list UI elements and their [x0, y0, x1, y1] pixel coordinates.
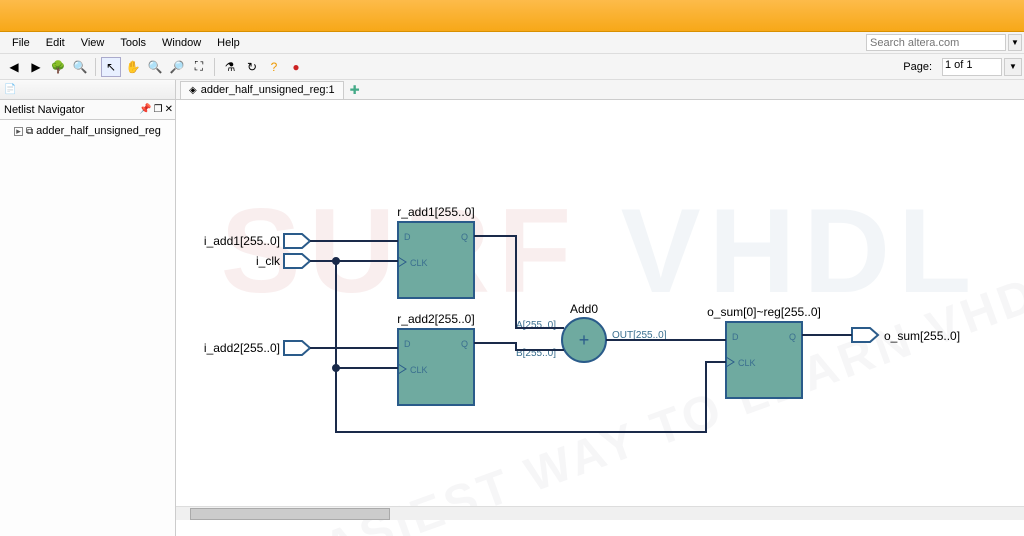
tree-view[interactable]: ▸ ⧉ adder_half_unsigned_reg	[0, 120, 175, 536]
svg-text:D: D	[404, 339, 411, 349]
svg-text:Q: Q	[789, 332, 796, 342]
port-i-add2: i_add2[255..0]	[204, 341, 310, 355]
search-input[interactable]	[866, 34, 1006, 51]
scrollbar-thumb[interactable]	[190, 508, 390, 520]
refresh-icon[interactable]: ↻	[242, 57, 262, 77]
tree-item-label: adder_half_unsigned_reg	[36, 125, 161, 137]
port-i-clk: i_clk	[256, 254, 310, 268]
document-tab[interactable]: ◈ adder_half_unsigned_reg:1	[180, 81, 344, 99]
svg-text:CLK: CLK	[738, 358, 756, 368]
sidebar-tab-icon[interactable]: 📄	[4, 84, 16, 95]
svg-text:CLK: CLK	[410, 258, 428, 268]
svg-text:Q: Q	[461, 339, 468, 349]
diagram-canvas[interactable]: SURF VHDL THE EASIEST WAY TO LEARN VHDL …	[176, 100, 1024, 536]
svg-text:CLK: CLK	[410, 365, 428, 375]
hierarchy-icon: ⧉	[26, 126, 33, 137]
svg-text:i_add1[255..0]: i_add1[255..0]	[204, 234, 280, 248]
forward-icon[interactable]: ▶	[26, 57, 46, 77]
hand-icon[interactable]: ✋	[123, 57, 143, 77]
menu-tools[interactable]: Tools	[112, 35, 154, 51]
svg-text:D: D	[732, 332, 739, 342]
horizontal-scrollbar[interactable]	[176, 506, 1024, 520]
chip-icon: ◈	[189, 85, 197, 96]
find-icon[interactable]: 🔍	[70, 57, 90, 77]
svg-text:r_add1[255..0]: r_add1[255..0]	[397, 205, 474, 219]
zoom-fit-icon[interactable]: ⛶	[189, 57, 209, 77]
register-r-add1: r_add1[255..0] D Q CLK	[397, 205, 474, 298]
page-dropdown-icon[interactable]: ▼	[1004, 58, 1022, 76]
search-dropdown[interactable]: ▼	[1008, 34, 1022, 51]
svg-text:A[255..0]: A[255..0]	[516, 320, 556, 331]
window-icon[interactable]: ❐	[154, 104, 163, 115]
menu-view[interactable]: View	[73, 35, 113, 51]
navigator-title: Netlist Navigator	[4, 104, 85, 116]
menu-window[interactable]: Window	[154, 35, 209, 51]
register-r-add2: r_add2[255..0] D Q CLK	[397, 312, 474, 405]
svg-text:+: +	[579, 330, 590, 350]
tree-icon[interactable]: 🌳	[48, 57, 68, 77]
menu-bar: File Edit View Tools Window Help ▼	[0, 32, 1024, 54]
filter-icon[interactable]: ⚗	[220, 57, 240, 77]
menu-file[interactable]: File	[4, 35, 38, 51]
tree-expand-icon[interactable]: ▸	[14, 127, 23, 136]
rtl-diagram: i_add1[255..0] i_clk i_add2[255..0] r_ad…	[176, 100, 1024, 536]
port-i-add1: i_add1[255..0]	[204, 234, 310, 248]
new-tab-icon[interactable]: ✚	[346, 83, 364, 97]
tree-item-root[interactable]: ▸ ⧉ adder_half_unsigned_reg	[4, 124, 171, 138]
canvas-area: ◈ adder_half_unsigned_reg:1 ✚ SURF VHDL …	[176, 80, 1024, 536]
adder-add0: Add0 + A[255..0] B[255..0] OUT[255..0]	[516, 302, 667, 362]
port-o-sum: o_sum[255..0]	[852, 328, 960, 343]
zoom-in-icon[interactable]: 🔍	[145, 57, 165, 77]
help-icon[interactable]: ?	[264, 57, 284, 77]
toolbar: ◀ ▶ 🌳 🔍 ↖ ✋ 🔍 🔎 ⛶ ⚗ ↻ ? ● Page: 1 of 1 ▼	[0, 54, 1024, 80]
pin-icon[interactable]: 📌	[139, 104, 151, 115]
sidebar-navigator-header[interactable]: Netlist Navigator 📌 ❐ ✕	[0, 100, 175, 120]
menu-help[interactable]: Help	[209, 35, 248, 51]
svg-text:i_add2[255..0]: i_add2[255..0]	[204, 341, 280, 355]
register-o-sum: o_sum[0]~reg[255..0] D Q CLK	[707, 305, 821, 398]
svg-text:i_clk: i_clk	[256, 254, 281, 268]
zoom-out-icon[interactable]: 🔎	[167, 57, 187, 77]
svg-text:Add0: Add0	[570, 302, 598, 316]
close-icon[interactable]: ✕	[165, 104, 173, 115]
menu-edit[interactable]: Edit	[38, 35, 73, 51]
sidebar-tab-row: 📄	[0, 80, 175, 100]
document-tab-row: ◈ adder_half_unsigned_reg:1 ✚	[176, 80, 1024, 100]
stop-icon[interactable]: ●	[286, 57, 306, 77]
title-bar	[0, 0, 1024, 32]
svg-text:D: D	[404, 232, 411, 242]
svg-text:Q: Q	[461, 232, 468, 242]
svg-text:o_sum[0]~reg[255..0]: o_sum[0]~reg[255..0]	[707, 305, 821, 319]
svg-text:o_sum[255..0]: o_sum[255..0]	[884, 329, 960, 343]
back-icon[interactable]: ◀	[4, 57, 24, 77]
sidebar: 📄 Netlist Navigator 📌 ❐ ✕ ▸ ⧉ adder_half…	[0, 80, 176, 536]
pointer-icon[interactable]: ↖	[101, 57, 121, 77]
tab-title: adder_half_unsigned_reg:1	[201, 84, 335, 96]
svg-text:r_add2[255..0]: r_add2[255..0]	[397, 312, 474, 326]
page-label: Page:	[903, 61, 932, 73]
page-selector[interactable]: 1 of 1	[942, 58, 1002, 76]
